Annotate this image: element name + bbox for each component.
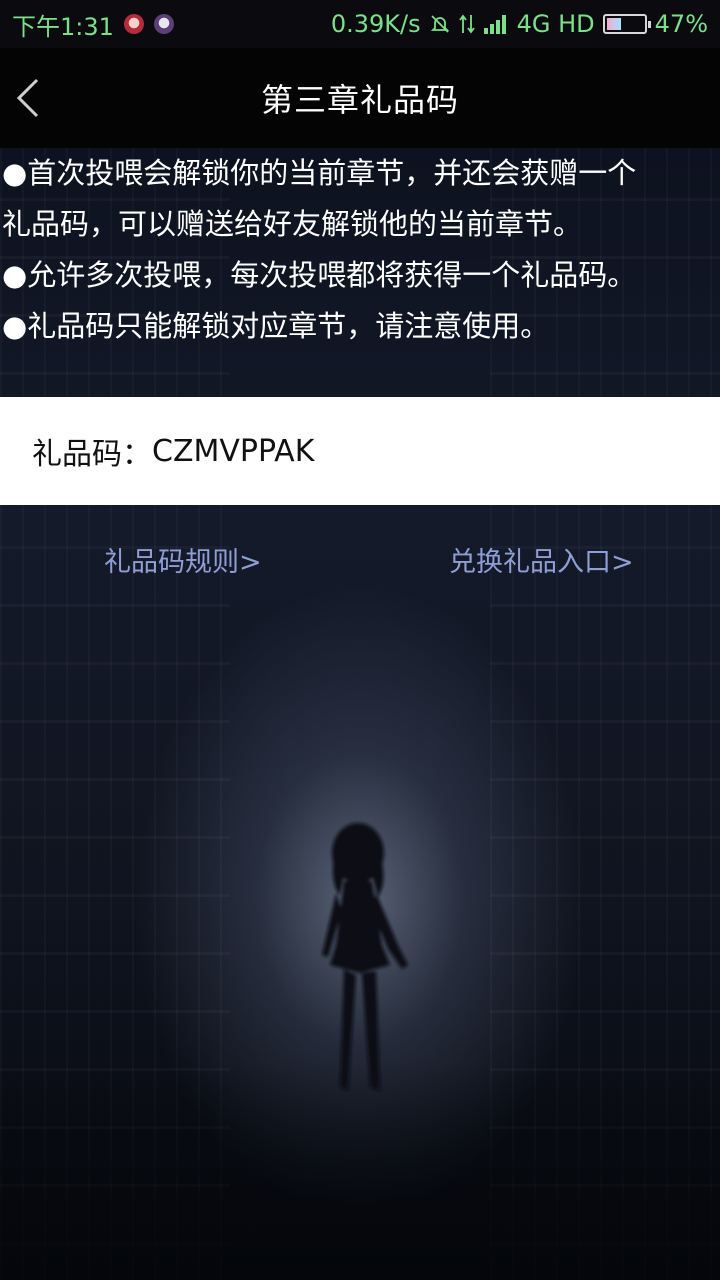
network-type: 4G HD bbox=[516, 10, 595, 38]
battery-level bbox=[606, 18, 622, 30]
app-notification-icon bbox=[123, 14, 144, 34]
redeem-gift-link[interactable]: 兑换礼品入口> bbox=[449, 540, 634, 579]
rules-line: 礼品码，可以赠送给好友解锁他的当前章节。 bbox=[2, 207, 583, 241]
battery-percent: 47% bbox=[654, 10, 708, 38]
status-left: 下午1:31 bbox=[12, 7, 174, 42]
back-button[interactable] bbox=[6, 74, 50, 122]
nav-bar: 第三章礼品码 bbox=[0, 48, 720, 148]
page-title: 第三章礼品码 bbox=[260, 81, 459, 119]
rules-text: ●首次投喂会解锁你的当前章节，并还会获赠一个 礼品码，可以赠送给好友解锁他的当前… bbox=[0, 148, 720, 352]
status-right: 0.39K/s 4G HD 47% bbox=[331, 10, 708, 38]
status-bar: 下午1:31 0.39K/s 4G HD 47% bbox=[0, 0, 720, 48]
links-row: 礼品码规则> 兑换礼品入口> bbox=[0, 540, 720, 586]
bell-off-icon bbox=[429, 13, 451, 35]
gift-code-label: 礼品码： bbox=[32, 437, 152, 472]
gift-code-value[interactable]: CZMVPPAK bbox=[152, 434, 314, 469]
battery-icon bbox=[602, 14, 651, 34]
app-notification-icon bbox=[153, 14, 174, 34]
gift-code-box[interactable]: 礼品码： CZMVPPAK bbox=[0, 397, 720, 505]
girl-silhouette-illustration bbox=[322, 823, 408, 1091]
rules-line: ●首次投喂会解锁你的当前章节，并还会获赠一个 bbox=[2, 156, 637, 190]
signal-icon bbox=[483, 13, 509, 35]
gift-code-rules-link[interactable]: 礼品码规则> bbox=[104, 540, 262, 579]
screen: 下午1:31 0.39K/s 4G HD 47% 第三章礼品码 ●首次投喂会解锁… bbox=[0, 0, 720, 1280]
chevron-left-icon bbox=[16, 78, 39, 118]
data-arrows-icon bbox=[458, 13, 475, 35]
net-speed: 0.39K/s bbox=[330, 10, 421, 38]
rules-line: ●允许多次投喂，每次投喂都将获得一个礼品码。 bbox=[2, 258, 637, 292]
status-time: 下午1:31 bbox=[12, 12, 114, 41]
rules-line: ●礼品码只能解锁对应章节，请注意使用。 bbox=[2, 309, 550, 343]
